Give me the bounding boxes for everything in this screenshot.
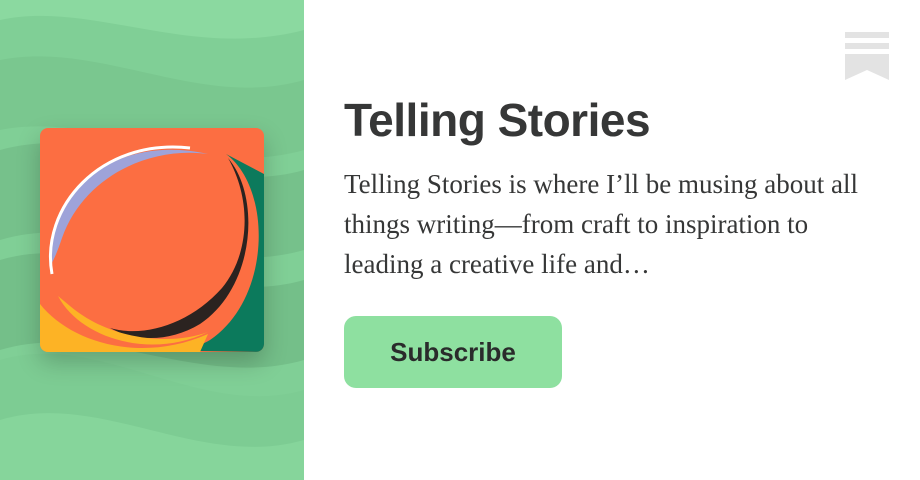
cover-panel: [0, 0, 304, 480]
bookmark-icon: [845, 32, 889, 80]
post-preview-card: Telling Stories Telling Stories is where…: [0, 0, 920, 480]
publication-cover-art[interactable]: [40, 128, 264, 352]
subscribe-button[interactable]: Subscribe: [344, 316, 562, 388]
cover-art: [40, 128, 264, 352]
publication-description: Telling Stories is where I’ll be musing …: [344, 169, 859, 279]
publication-title: Telling Stories: [344, 94, 651, 146]
